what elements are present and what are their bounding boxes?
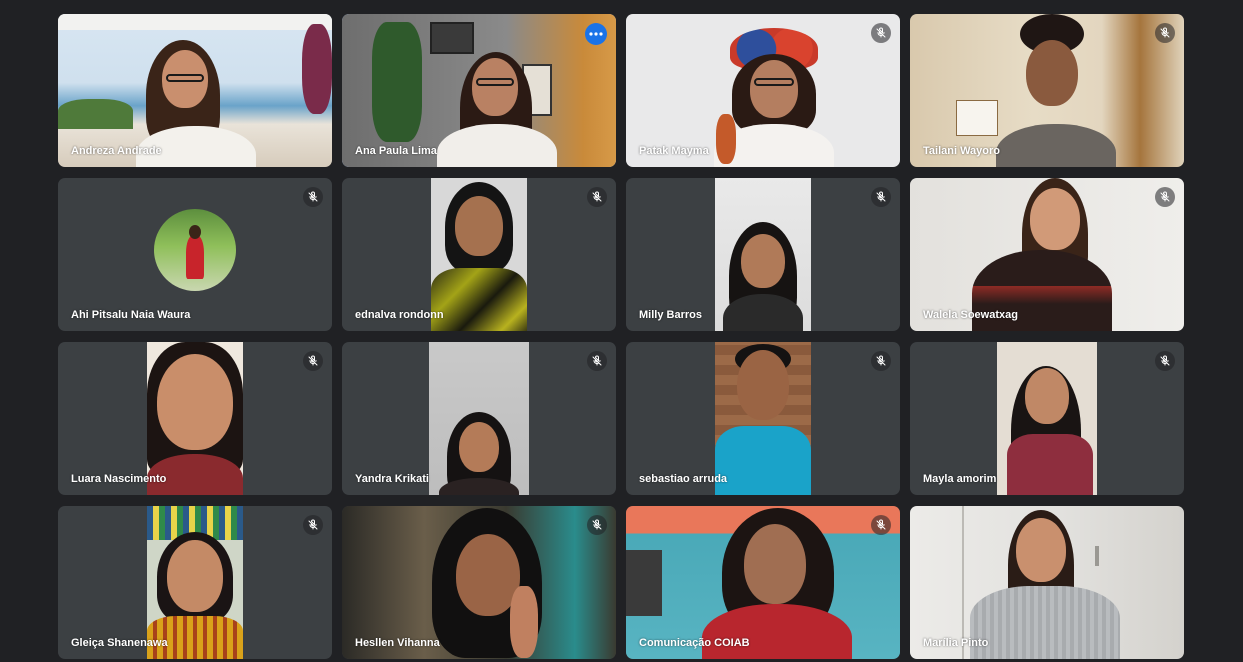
participant-grid: Andreza Andrade Ana Paula Lima Patak May…	[58, 14, 1184, 659]
mic-off-icon	[1160, 355, 1170, 366]
mic-off-icon	[876, 355, 886, 366]
mic-off-icon	[876, 191, 886, 202]
muted-indicator	[871, 23, 891, 43]
participant-name: Patak Mayma	[639, 145, 709, 157]
participant-tile[interactable]: Andreza Andrade	[58, 14, 332, 167]
participant-tile[interactable]: Gleiça Shanenawa	[58, 506, 332, 659]
video-feed	[997, 342, 1097, 495]
avatar	[154, 208, 236, 291]
mic-off-icon	[592, 191, 602, 202]
participant-name: Walela Soewatxag	[923, 309, 1018, 321]
muted-indicator	[587, 351, 607, 371]
mic-off-icon	[308, 519, 318, 530]
participant-tile[interactable]: ednalva rondonn	[342, 178, 616, 331]
muted-indicator	[1155, 187, 1175, 207]
participant-name: Marília Pinto	[923, 637, 989, 649]
muted-indicator	[303, 351, 323, 371]
participant-name: Ahi Pitsalu Naia Waura	[71, 309, 191, 321]
video-feed	[431, 178, 527, 331]
participant-tile[interactable]: Mayla amorim	[910, 342, 1184, 495]
participant-name: Mayla amorim	[923, 473, 997, 485]
participant-name: Tailani Wayoro	[923, 145, 1001, 157]
more-options-icon	[589, 32, 603, 36]
muted-indicator	[303, 187, 323, 207]
participant-tile[interactable]: Tailani Wayoro	[910, 14, 1184, 167]
participant-name: Hesllen Vihanna	[355, 637, 440, 649]
participant-tile[interactable]: Comunicação COIAB	[626, 506, 900, 659]
mic-off-icon	[308, 355, 318, 366]
participant-tile[interactable]: sebastiao arruda	[626, 342, 900, 495]
muted-indicator	[587, 187, 607, 207]
video-feed	[715, 342, 811, 495]
muted-indicator	[871, 351, 891, 371]
muted-indicator	[587, 515, 607, 535]
video-feed	[715, 178, 811, 331]
mic-off-icon	[592, 355, 602, 366]
mic-off-icon	[592, 519, 602, 530]
participant-name: Milly Barros	[639, 309, 702, 321]
participant-name: Ana Paula Lima	[355, 145, 437, 157]
muted-indicator	[1155, 351, 1175, 371]
mic-off-icon	[308, 191, 318, 202]
mic-off-icon	[1160, 27, 1170, 38]
participant-tile[interactable]: Hesllen Vihanna	[342, 506, 616, 659]
video-feed	[429, 342, 529, 495]
participant-tile[interactable]: Yandra Krikati	[342, 342, 616, 495]
participant-name: Luara Nascimento	[71, 473, 167, 485]
muted-indicator	[303, 515, 323, 535]
muted-indicator	[1155, 23, 1175, 43]
participant-name: Gleiça Shanenawa	[71, 637, 168, 649]
participant-name: Comunicação COIAB	[639, 637, 750, 649]
mic-off-icon	[876, 519, 886, 530]
participant-name: Yandra Krikati	[355, 473, 429, 485]
participant-tile[interactable]: Ahi Pitsalu Naia Waura	[58, 178, 332, 331]
mic-off-icon	[1160, 191, 1170, 202]
participant-tile[interactable]: Marília Pinto	[910, 506, 1184, 659]
participant-name: ednalva rondonn	[355, 309, 444, 321]
participant-tile[interactable]: Patak Mayma	[626, 14, 900, 167]
participant-tile[interactable]: Walela Soewatxag	[910, 178, 1184, 331]
more-options-button[interactable]	[585, 23, 607, 45]
participant-tile[interactable]: Milly Barros	[626, 178, 900, 331]
participant-tile[interactable]: Luara Nascimento	[58, 342, 332, 495]
participant-tile-active-speaker[interactable]: Ana Paula Lima	[342, 14, 616, 167]
mic-off-icon	[876, 27, 886, 38]
muted-indicator	[871, 187, 891, 207]
muted-indicator	[871, 515, 891, 535]
participant-name: sebastiao arruda	[639, 473, 728, 485]
participant-name: Andreza Andrade	[71, 145, 162, 157]
